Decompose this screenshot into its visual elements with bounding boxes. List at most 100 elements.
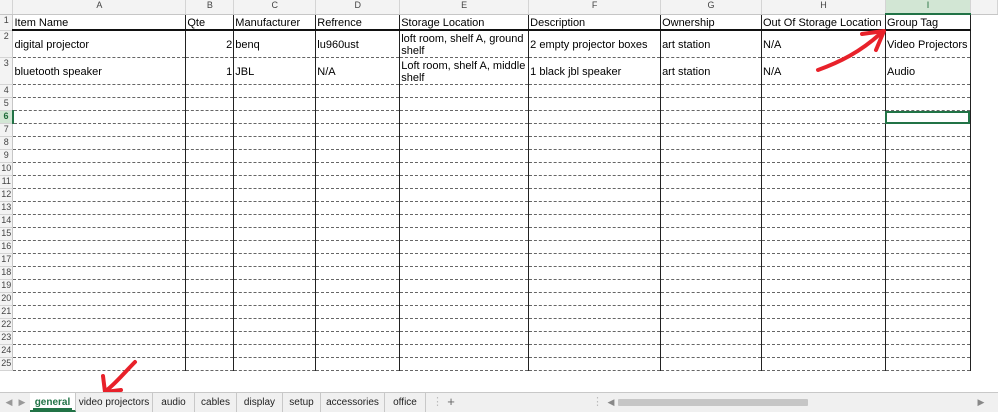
- header-cell-storage-location[interactable]: Storage Location: [399, 13, 530, 31]
- empty-cell[interactable]: [660, 136, 762, 150]
- empty-cell[interactable]: [970, 267, 997, 280]
- empty-cell[interactable]: [885, 357, 971, 371]
- row-header-3[interactable]: 3: [0, 57, 14, 85]
- empty-cell[interactable]: [885, 162, 971, 176]
- empty-cell[interactable]: [660, 266, 762, 280]
- empty-cell[interactable]: [970, 293, 997, 306]
- splitter-handle-icon[interactable]: ⋮: [592, 397, 603, 408]
- empty-cell[interactable]: [528, 84, 662, 98]
- empty-cell[interactable]: [12, 227, 187, 241]
- empty-cell[interactable]: [761, 292, 886, 306]
- cell-description[interactable]: 2 empty projector boxes: [528, 30, 662, 58]
- empty-cell[interactable]: [528, 162, 662, 176]
- plus-icon[interactable]: +: [446, 395, 456, 408]
- empty-cell[interactable]: [315, 318, 401, 332]
- empty-cell[interactable]: [233, 318, 317, 332]
- empty-cell[interactable]: [399, 305, 530, 319]
- row-header-4[interactable]: 4: [0, 84, 14, 98]
- empty-cell[interactable]: [885, 305, 971, 319]
- empty-cell[interactable]: [185, 214, 235, 228]
- empty-cell[interactable]: [315, 240, 401, 254]
- empty-cell[interactable]: [399, 344, 530, 358]
- empty-cell[interactable]: [233, 240, 317, 254]
- empty-cell[interactable]: [761, 305, 886, 319]
- empty-cell[interactable]: [528, 240, 662, 254]
- empty-cell[interactable]: [185, 253, 235, 267]
- row-header-2[interactable]: 2: [0, 30, 14, 58]
- empty-cell[interactable]: [233, 214, 317, 228]
- empty-cell[interactable]: [12, 305, 187, 319]
- cell-group-tag[interactable]: Video Projectors: [885, 30, 971, 58]
- empty-cell[interactable]: [185, 305, 235, 319]
- empty-cell[interactable]: [885, 318, 971, 332]
- empty-cell[interactable]: [233, 227, 317, 241]
- empty-cell[interactable]: [399, 318, 530, 332]
- empty-cell[interactable]: [970, 280, 997, 293]
- empty-cell[interactable]: [761, 331, 886, 345]
- empty-cell[interactable]: [885, 201, 971, 215]
- empty-cell[interactable]: [12, 188, 187, 202]
- empty-cell[interactable]: [528, 279, 662, 293]
- empty-cell[interactable]: [885, 214, 971, 228]
- row-header-17[interactable]: 17: [0, 253, 14, 267]
- empty-cell[interactable]: [660, 97, 762, 111]
- row-header-14[interactable]: 14: [0, 214, 14, 228]
- cell-qte[interactable]: 1: [185, 57, 235, 85]
- empty-cell[interactable]: [315, 253, 401, 267]
- cell-out-of-storage[interactable]: N/A: [761, 57, 886, 85]
- empty-cell[interactable]: [761, 201, 886, 215]
- row-header-16[interactable]: 16: [0, 240, 14, 254]
- empty-cell[interactable]: [185, 331, 235, 345]
- empty-cell[interactable]: [12, 357, 187, 371]
- empty-cell[interactable]: [233, 175, 317, 189]
- empty-cell[interactable]: [315, 110, 401, 124]
- empty-cell[interactable]: [233, 344, 317, 358]
- row-header-8[interactable]: 8: [0, 136, 14, 150]
- empty-cell[interactable]: [315, 175, 401, 189]
- select-all-corner[interactable]: [0, 0, 14, 15]
- triangle-left-icon[interactable]: ◀: [4, 397, 14, 407]
- empty-cell[interactable]: [185, 240, 235, 254]
- tab-setup[interactable]: setup: [283, 393, 321, 412]
- empty-cell[interactable]: [970, 137, 997, 150]
- row-header-1[interactable]: 1: [0, 14, 14, 31]
- empty-cell[interactable]: [185, 357, 235, 371]
- empty-cell[interactable]: [970, 176, 997, 189]
- cell-item-name[interactable]: bluetooth speaker: [12, 57, 187, 85]
- empty-cell[interactable]: [12, 318, 187, 332]
- empty-cell[interactable]: [528, 149, 662, 163]
- cell-manufacturer[interactable]: benq: [233, 30, 317, 58]
- empty-cell[interactable]: [970, 228, 997, 241]
- empty-cell[interactable]: [761, 266, 886, 280]
- empty-cell[interactable]: [315, 357, 401, 371]
- empty-cell[interactable]: [399, 84, 530, 98]
- empty-cell[interactable]: [233, 357, 317, 371]
- empty-cell[interactable]: [970, 30, 997, 58]
- empty-cell[interactable]: [233, 253, 317, 267]
- empty-cell[interactable]: [660, 110, 762, 124]
- cell-out-of-storage[interactable]: N/A: [761, 30, 886, 58]
- empty-cell[interactable]: [970, 202, 997, 215]
- empty-cell[interactable]: [970, 124, 997, 137]
- empty-cell[interactable]: [12, 344, 187, 358]
- empty-cell[interactable]: [399, 266, 530, 280]
- row-header-13[interactable]: 13: [0, 201, 14, 215]
- empty-cell[interactable]: [761, 162, 886, 176]
- empty-cell[interactable]: [528, 188, 662, 202]
- empty-cell[interactable]: [185, 110, 235, 124]
- cell-reference[interactable]: N/A: [315, 57, 401, 85]
- empty-cell[interactable]: [761, 149, 886, 163]
- row-header-9[interactable]: 9: [0, 149, 14, 163]
- empty-cell[interactable]: [970, 241, 997, 254]
- empty-cell[interactable]: [761, 214, 886, 228]
- empty-cell[interactable]: [12, 97, 187, 111]
- row-header-10[interactable]: 10: [0, 162, 14, 176]
- empty-cell[interactable]: [12, 162, 187, 176]
- cell-ownership[interactable]: art station: [660, 57, 762, 85]
- empty-cell[interactable]: [970, 58, 997, 85]
- empty-cell[interactable]: [399, 201, 530, 215]
- empty-cell[interactable]: [528, 357, 662, 371]
- empty-cell[interactable]: [660, 201, 762, 215]
- empty-cell[interactable]: [885, 331, 971, 345]
- empty-cell[interactable]: [761, 253, 886, 267]
